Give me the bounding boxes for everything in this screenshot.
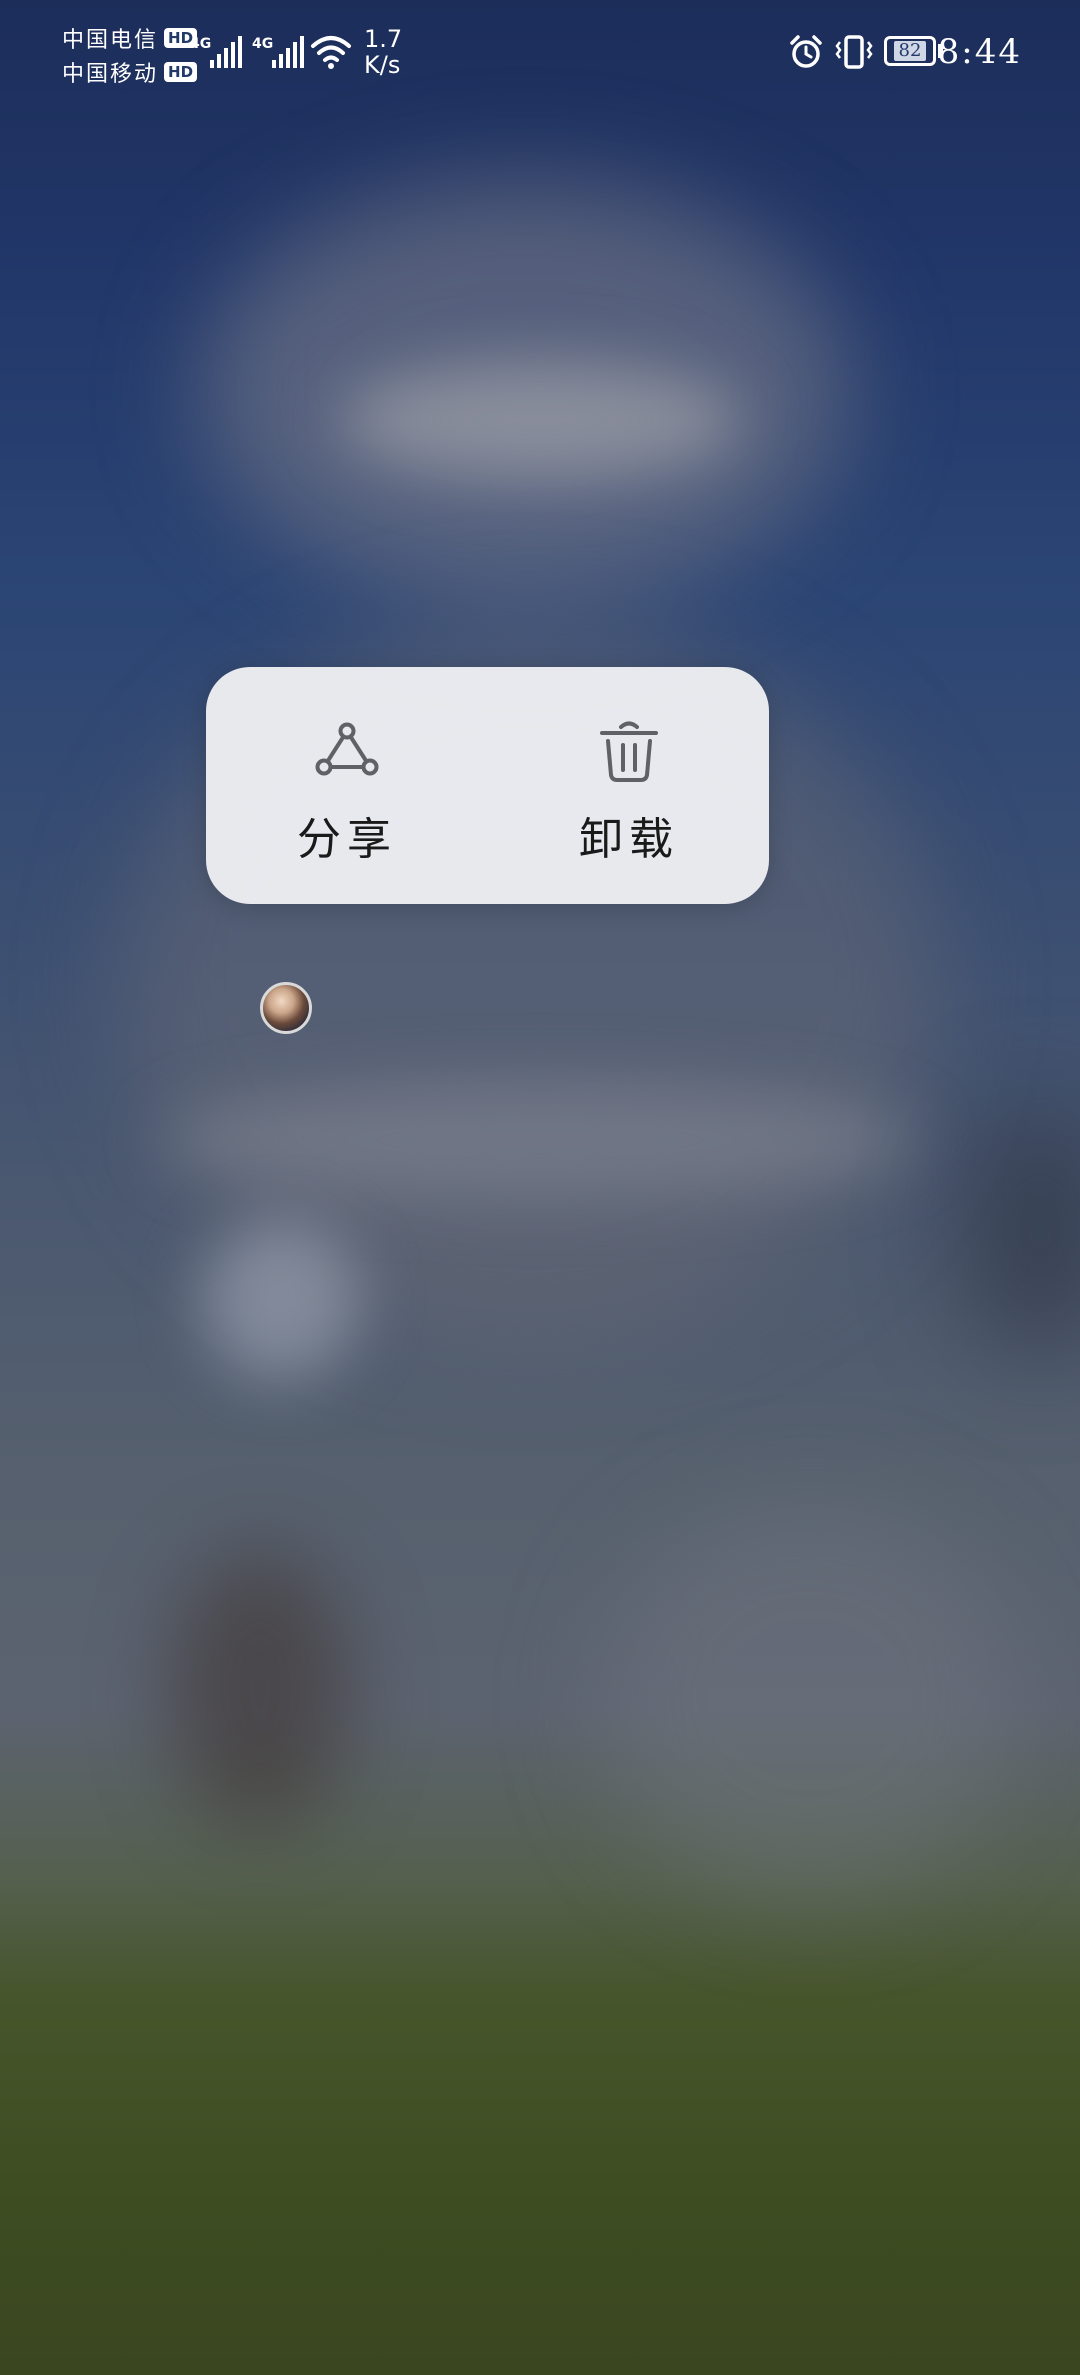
- app-avatar-icon[interactable]: [260, 982, 312, 1034]
- network-speed-value: 1.7: [364, 25, 403, 53]
- alarm-icon: [790, 35, 822, 68]
- clock: 8:44: [937, 32, 1022, 72]
- carrier-2: 中国移动 HD: [62, 56, 198, 88]
- home-screen-wallpaper: 中国电信 HD 中国移动 HD 4G 4G 1.7 K/s 82 8:44 分享…: [0, 0, 1080, 2375]
- signal-icon: [210, 36, 242, 68]
- vibrate-icon: [835, 35, 873, 69]
- hd-badge: HD: [164, 62, 198, 82]
- wallpaper-blur-shape: [960, 1100, 1080, 1360]
- status-bar: 中国电信 HD 中国移动 HD 4G 4G 1.7 K/s 82 8:44: [0, 0, 1080, 100]
- wifi-icon: [311, 36, 351, 69]
- wallpaper-blur-shape: [600, 1500, 1020, 1900]
- wallpaper-blur-shape: [340, 360, 740, 480]
- wallpaper-blur-shape: [160, 1080, 920, 1200]
- carrier-1-label: 中国电信: [62, 28, 159, 53]
- carrier-2-label: 中国移动: [62, 62, 159, 87]
- share-label: 分享: [297, 814, 397, 865]
- network-speed: 1.7 K/s: [364, 26, 402, 78]
- wallpaper-blur-shape: [200, 1220, 360, 1380]
- network-speed-unit: K/s: [364, 51, 401, 79]
- share-button[interactable]: 分享: [206, 667, 488, 904]
- battery-icon: 82: [884, 36, 936, 66]
- battery-level: 82: [893, 41, 927, 61]
- uninstall-button[interactable]: 卸载: [488, 667, 770, 904]
- wallpaper-blur-shape: [170, 1550, 350, 1830]
- signal-icon: [272, 36, 304, 68]
- share-icon: [315, 722, 379, 776]
- uninstall-label: 卸载: [579, 814, 679, 865]
- trash-icon: [600, 721, 658, 782]
- app-context-menu: 分享 卸载: [206, 667, 769, 904]
- carrier-1: 中国电信 HD: [62, 22, 198, 54]
